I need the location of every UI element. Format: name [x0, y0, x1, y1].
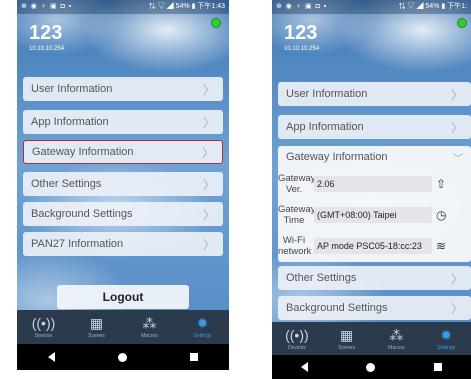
gateway-info-header[interactable]: Gateway Information ﹀	[278, 146, 471, 168]
bottom-tab-bar: ((•)) Devices ▦ Scenes ⁂ Macros ✹ Settin…	[17, 310, 229, 344]
tab-label: Devices	[34, 333, 53, 339]
menu-label: User Information	[31, 83, 113, 95]
gateway-version-value: 2.06	[314, 175, 432, 192]
menu-user-information[interactable]: User Information 〉	[23, 77, 223, 101]
recent-apps-icon[interactable]	[433, 363, 442, 371]
gateway-time-label: Gateway Time	[278, 203, 316, 226]
gateway-version-label: Gateway Ver.	[278, 172, 316, 195]
menu-label: App Information	[31, 116, 109, 128]
tab-label: Settings	[437, 345, 456, 351]
menu-label: User Information	[286, 88, 368, 100]
chevron-right-icon: 〉	[450, 87, 463, 102]
chevron-right-icon: 〉	[201, 145, 214, 160]
chevron-right-icon: 〉	[450, 301, 463, 316]
menu-gateway-information[interactable]: Gateway Information 〉	[23, 140, 223, 164]
devices-icon: ((•))	[31, 315, 56, 331]
wifi-network-value: AP mode PSC05-18:cc:23	[314, 237, 432, 254]
scenes-icon: ▦	[340, 327, 354, 343]
gateway-time-row: Gateway Time (GMT+08:00) Taipei ◷	[278, 199, 471, 230]
chevron-right-icon: 〉	[450, 120, 463, 135]
tab-macros[interactable]: ⁂ Macros	[123, 310, 176, 344]
tab-label: Scenes	[88, 333, 105, 339]
tab-label: Macros	[388, 345, 405, 351]
tab-label: Scenes	[338, 345, 355, 351]
menu-label: Background Settings	[286, 302, 388, 314]
menu-user-information[interactable]: User Information 〉	[278, 82, 471, 106]
chevron-right-icon: 〉	[450, 271, 463, 286]
menu-other-settings[interactable]: Other Settings 〉	[278, 266, 471, 290]
tab-label: Devices	[287, 345, 306, 351]
tab-scenes[interactable]: ▦ Scenes	[322, 322, 372, 356]
menu-label: Background Settings	[31, 208, 133, 220]
gateway-name: 123	[29, 22, 63, 44]
wifi-network-label: Wi-Fi network	[278, 234, 312, 257]
gateway-ip: 10.10.10.254	[29, 46, 65, 52]
menu-label: PAN27 Information	[31, 238, 124, 250]
menu-label: Other Settings	[286, 272, 357, 284]
tab-settings[interactable]: ✹ Settings	[421, 322, 471, 356]
tab-label: Macros	[141, 333, 158, 339]
menu-background-settings[interactable]: Background Settings 〉	[23, 202, 223, 226]
status-right: ⇅ ▽ ◢ 54% ▮ 下午1:43	[148, 3, 225, 10]
menu-app-information[interactable]: App Information 〉	[23, 110, 223, 134]
chevron-right-icon: 〉	[202, 207, 215, 222]
menu-app-information[interactable]: App Information 〉	[278, 115, 471, 139]
tab-scenes[interactable]: ▦ Scenes	[70, 310, 123, 344]
wifi-icon[interactable]: ≋	[436, 239, 446, 253]
tab-devices[interactable]: ((•)) Devices	[17, 310, 70, 344]
connection-status-icon	[211, 18, 221, 28]
chevron-right-icon: 〉	[202, 177, 215, 192]
android-nav-bar	[272, 355, 471, 379]
android-nav-bar	[17, 344, 229, 370]
status-icons: ⊕ ◉ ♀ ▣ ◘ ▪	[21, 3, 73, 10]
menu-label: Other Settings	[31, 178, 102, 190]
chevron-right-icon: 〉	[202, 237, 215, 252]
home-icon[interactable]	[117, 352, 127, 362]
gateway-name: 123	[284, 22, 318, 44]
tab-label: Settings	[193, 333, 212, 339]
phone-screen-gateway-info: ⊕ ◉ ♀ ▣ ◘ ▪ ⇅ ▽ ◢ 54% ▮ 下午1: 123 10.10.1…	[272, 0, 471, 379]
chevron-right-icon: 〉	[202, 115, 215, 130]
menu-label: Gateway Information	[32, 146, 134, 158]
status-bar: ⊕ ◉ ♀ ▣ ◘ ▪ ⇅ ▽ ◢ 54% ▮ 下午1:	[272, 0, 471, 14]
macros-icon: ⁂	[142, 315, 157, 331]
gateway-version-row: Gateway Ver. 2.06 ⇧	[278, 168, 471, 199]
menu-pan27-information[interactable]: PAN27 Information 〉	[23, 232, 223, 256]
gateway-ip: 10.10.10.254	[284, 46, 320, 52]
bottom-tab-bar: ((•)) Devices ▦ Scenes ⁂ Macros ✹ Settin…	[272, 322, 471, 356]
home-icon[interactable]	[366, 362, 376, 372]
upgrade-icon[interactable]: ⇧	[436, 177, 446, 191]
status-bar: ⊕ ◉ ♀ ▣ ◘ ▪ ⇅ ▽ ◢ 54% ▮ 下午1:43	[17, 0, 229, 14]
status-icons: ⊕ ◉ ♀ ▣ ◘ ▪	[276, 3, 328, 10]
recent-apps-icon[interactable]	[189, 353, 198, 361]
devices-icon: ((•))	[285, 327, 309, 343]
connection-status-icon	[457, 18, 467, 28]
tab-macros[interactable]: ⁂ Macros	[372, 322, 422, 356]
gear-icon: ✹	[196, 315, 209, 331]
menu-other-settings[interactable]: Other Settings 〉	[23, 172, 223, 196]
menu-background-settings[interactable]: Background Settings 〉	[278, 296, 471, 320]
clock-icon[interactable]: ◷	[436, 208, 446, 222]
wifi-network-row: Wi-Fi network AP mode PSC05-18:cc:23 ≋	[278, 230, 471, 261]
macros-icon: ⁂	[389, 327, 404, 343]
gear-icon: ✹	[440, 327, 452, 343]
back-icon[interactable]	[48, 352, 56, 362]
back-icon[interactable]	[301, 362, 309, 372]
tab-devices[interactable]: ((•)) Devices	[272, 322, 322, 356]
panel-title: Gateway Information	[286, 151, 388, 163]
tab-settings[interactable]: ✹ Settings	[176, 310, 229, 344]
scenes-icon: ▦	[89, 315, 104, 331]
gateway-time-value: (GMT+08:00) Taipei	[314, 206, 432, 223]
phone-screen-settings: ⊕ ◉ ♀ ▣ ◘ ▪ ⇅ ▽ ◢ 54% ▮ 下午1:43 123 10.10…	[17, 0, 229, 370]
menu-label: App Information	[286, 121, 364, 133]
chevron-down-icon: ﹀	[453, 153, 463, 165]
gateway-info-panel: Gateway Information ﹀ Gateway Ver. 2.06 …	[278, 146, 471, 262]
logout-button[interactable]: Logout	[57, 285, 189, 309]
chevron-right-icon: 〉	[202, 82, 215, 97]
status-right: ⇅ ▽ ◢ 54% ▮ 下午1:	[398, 3, 467, 10]
